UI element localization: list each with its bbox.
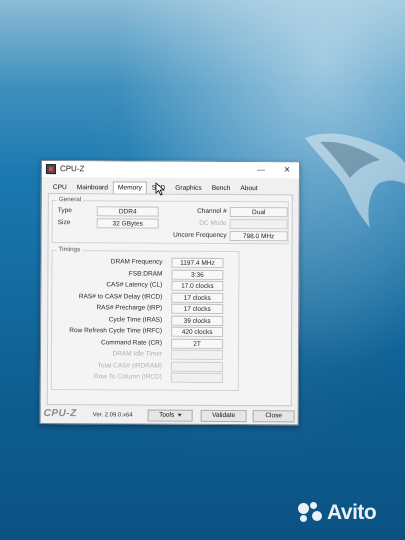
wallpaper-swimmer-shape: [305, 133, 405, 228]
timing-value-row-to-column: [170, 372, 223, 383]
timing-value-fsb-dram: 3:36: [171, 269, 224, 280]
cpu-z-logo: CPU-Z: [43, 408, 77, 420]
version-text: Ver. 2.09.0.x64: [92, 412, 133, 419]
timing-label-trp: RAS# Precharge (tRP): [96, 304, 163, 312]
timing-label-dram-frequency: DRAM Frequency: [110, 258, 163, 266]
timing-label-total-cas: Total CAS# (tRDRAM): [97, 361, 162, 370]
size-label: Size: [57, 219, 71, 227]
avito-watermark-text: Avito: [327, 501, 377, 524]
size-value: 32 GBytes: [96, 218, 159, 229]
general-group-label: General: [56, 196, 84, 204]
uncore-frequency-value: 798.0 MHz: [229, 230, 288, 242]
type-value: DDR4: [96, 206, 159, 217]
tab-cpu[interactable]: CPU: [48, 181, 72, 193]
close-window-button[interactable]: ✕: [276, 163, 298, 176]
tab-mainboard[interactable]: Mainboard: [72, 181, 113, 193]
timing-label-row-to-column: Row To Column (tRCD): [94, 373, 162, 381]
window-title: CPU-Z: [59, 164, 85, 174]
cpu-z-app-icon: [45, 164, 56, 175]
timing-value-cas-latency: 17.0 clocks: [171, 280, 224, 291]
mouse-cursor-icon: [155, 182, 165, 196]
timing-label-command-rate: Command Rate (CR): [100, 338, 163, 347]
channel-value: Dual: [229, 206, 288, 218]
timing-value-total-cas: [170, 361, 223, 372]
tab-graphics[interactable]: Graphics: [170, 182, 206, 194]
timing-label-fsb-dram: FSB:DRAM: [128, 269, 163, 278]
timings-group: Timings DRAM Frequency 1197.4 MHz FSB:DR…: [50, 246, 240, 392]
timing-label-trcd: RAS# to CAS# Delay (tRCD): [78, 292, 163, 301]
tools-button-label: Tools: [159, 411, 175, 419]
timings-group-label: Timings: [56, 246, 83, 254]
timing-value-dram-idle-timer: [170, 349, 224, 360]
channel-label: Channel #: [197, 207, 227, 215]
footer-bar: CPU-Z Ver. 2.09.0.x64 Tools Validate Clo…: [41, 407, 298, 424]
general-group: General Type DDR4 Size 32 GBytes Channel…: [51, 196, 289, 245]
timing-value-tras: 39 clocks: [171, 315, 224, 326]
timing-value-trfc: 420 clocks: [171, 326, 224, 337]
dc-mode-value: [229, 218, 288, 230]
tools-button[interactable]: Tools: [147, 409, 193, 422]
minimize-button[interactable]: —: [250, 163, 272, 176]
timing-label-dram-idle-timer: DRAM Idle Timer: [112, 350, 163, 358]
memory-panel: General Type DDR4 Size 32 GBytes Channel…: [46, 193, 293, 407]
timing-value-dram-frequency: 1197.4 MHz: [171, 257, 224, 268]
close-button[interactable]: Close: [252, 410, 295, 423]
timing-label-cas-latency: CAS# Latency (CL): [106, 281, 163, 289]
cpu-z-window: CPU-Z — ✕ CPU Mainboard Memory SPD Graph…: [39, 160, 300, 426]
avito-watermark: Avito: [298, 500, 377, 526]
validate-button[interactable]: Validate: [200, 409, 247, 423]
timing-label-tras: Cycle Time (tRAS): [108, 315, 163, 324]
timing-value-command-rate: 2T: [171, 338, 224, 349]
type-label: Type: [57, 207, 72, 215]
avito-logo-icon: [298, 502, 324, 524]
chevron-down-icon: [177, 413, 182, 417]
tab-bench[interactable]: Bench: [207, 182, 236, 194]
dc-mode-label: DC Mode: [199, 219, 227, 227]
tab-about[interactable]: About: [235, 182, 262, 194]
timing-value-trcd: 17 clocks: [171, 292, 224, 303]
uncore-frequency-label: Uncore Frequency: [173, 231, 227, 239]
timing-value-trp: 17 clocks: [171, 303, 224, 314]
title-bar: CPU-Z — ✕: [41, 161, 299, 179]
timing-label-trfc: Row Refresh Cycle Time (tRFC): [69, 327, 163, 335]
